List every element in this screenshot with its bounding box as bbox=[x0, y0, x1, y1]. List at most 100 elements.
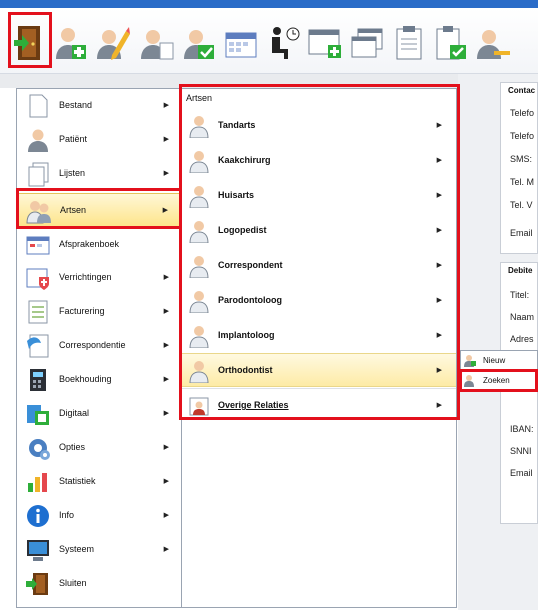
submenu-item-label: Parodontoloog bbox=[218, 295, 282, 305]
menu-item-verrichtingen[interactable]: Verrichtingen ▶ bbox=[17, 261, 181, 295]
menu-item-label: Sluiten bbox=[59, 578, 87, 588]
menu-item-opties[interactable]: Opties ▶ bbox=[17, 431, 181, 465]
digital-icon bbox=[27, 405, 49, 425]
menu-item-label: Boekhouding bbox=[59, 374, 112, 384]
calendar-button[interactable] bbox=[222, 22, 260, 64]
submenu-arrow-icon: ▶ bbox=[436, 297, 442, 304]
add-patient-button[interactable] bbox=[52, 22, 90, 64]
menu-item-facturering[interactable]: Facturering ▶ bbox=[17, 295, 181, 329]
implantologist-icon bbox=[189, 326, 209, 348]
menu-item-correspondentie[interactable]: Correspondentie ▶ bbox=[17, 329, 181, 363]
submenu-item-tandarts[interactable]: Tandarts ▶ bbox=[182, 109, 456, 143]
submenu-arrow-icon: ▶ bbox=[436, 122, 442, 129]
submenu-arrow-icon: ▶ bbox=[436, 157, 442, 164]
submenu-item-zoeken[interactable]: Zoeken bbox=[461, 371, 538, 390]
patient-export-button[interactable] bbox=[180, 22, 218, 64]
submenu-item-label: Orthodontist bbox=[218, 365, 273, 375]
menu-item-statistiek[interactable]: Statistiek ▶ bbox=[17, 465, 181, 499]
submenu-item-label: Zoeken bbox=[483, 376, 510, 385]
menu-item-bestand[interactable]: Bestand ▶ bbox=[17, 89, 181, 123]
form-label: Tel. M bbox=[510, 177, 535, 187]
submenu-arrow-icon: ▶ bbox=[436, 367, 442, 374]
menu-item-label: Opties bbox=[59, 442, 86, 452]
patient-key-icon bbox=[477, 30, 510, 59]
patient-list-icon bbox=[141, 30, 174, 60]
patient-key-button[interactable] bbox=[474, 22, 512, 64]
menu-item-afsprakenboek[interactable]: Afsprakenboek bbox=[17, 227, 181, 261]
menu-item-label: Patiënt bbox=[59, 134, 88, 144]
patient-list-button[interactable] bbox=[138, 22, 176, 64]
menu-item-artsen[interactable]: Artsen ▶ bbox=[17, 193, 181, 227]
windows-button[interactable] bbox=[348, 22, 386, 64]
submenu-item-label: Nieuw bbox=[483, 356, 506, 365]
submenu-arrow-icon: ▶ bbox=[163, 478, 169, 485]
document-icon bbox=[29, 94, 48, 118]
menu-item-label: Artsen bbox=[60, 205, 87, 215]
exit-door-button[interactable] bbox=[10, 22, 48, 64]
form-label: Telefo bbox=[510, 108, 535, 118]
submenu-arrow-icon: ▶ bbox=[163, 512, 169, 519]
submenu-arrow-icon: ▶ bbox=[163, 274, 169, 281]
menu-item-patient[interactable]: Patiënt ▶ bbox=[17, 123, 181, 157]
submenu-item-kaakchirurg[interactable]: Kaakchirurg ▶ bbox=[182, 144, 456, 178]
menu-item-label: Digitaal bbox=[59, 408, 90, 418]
gp-icon bbox=[189, 186, 209, 208]
system-icon bbox=[27, 540, 49, 561]
menu-item-label: Systeem bbox=[59, 544, 95, 554]
menu-item-digitaal[interactable]: Digitaal ▶ bbox=[17, 397, 181, 431]
form-label: Tel. V bbox=[510, 200, 533, 210]
edit-patient-button[interactable] bbox=[94, 22, 132, 64]
treatments-icon bbox=[26, 268, 49, 290]
submenu-arrow-icon: ▶ bbox=[436, 192, 442, 199]
menu-item-systeem[interactable]: Systeem ▶ bbox=[17, 533, 181, 567]
form-label: Titel: bbox=[510, 290, 530, 300]
menu-item-info[interactable]: Info ▶ bbox=[17, 499, 181, 533]
speech-therapist-icon bbox=[189, 221, 209, 243]
submenu-item-orthodontist[interactable]: Orthodontist ▶ bbox=[182, 353, 456, 387]
submenu-arrow-icon: ▶ bbox=[436, 262, 442, 269]
correspondence-icon bbox=[27, 334, 49, 358]
submenu-item-correspondent[interactable]: Correspondent ▶ bbox=[182, 249, 456, 283]
search-doctor-icon bbox=[464, 375, 474, 387]
info-icon bbox=[27, 505, 49, 527]
submenu-item-nieuw[interactable]: Nieuw bbox=[461, 351, 538, 370]
debtor-section bbox=[500, 262, 538, 524]
menu-item-label: Lijsten bbox=[59, 168, 86, 178]
periodontist-icon bbox=[189, 291, 209, 313]
menu-item-boekhouding[interactable]: Boekhouding ▶ bbox=[17, 363, 181, 397]
statistics-icon bbox=[28, 473, 47, 492]
form-label: SMS: bbox=[510, 154, 533, 164]
submenu-item-huisarts[interactable]: Huisarts ▶ bbox=[182, 179, 456, 213]
waiting-room-button[interactable] bbox=[264, 22, 302, 64]
patient-export-icon bbox=[184, 30, 214, 59]
windows-icon bbox=[351, 28, 383, 58]
submenu-item-logopedist[interactable]: Logopedist ▶ bbox=[182, 214, 456, 248]
menu-item-label: Statistiek bbox=[59, 476, 96, 486]
toolbar-band bbox=[0, 74, 496, 88]
submenu-item-parodontoloog[interactable]: Parodontoloog ▶ bbox=[182, 284, 456, 318]
submenu-item-label: Huisarts bbox=[218, 190, 255, 200]
submenu-arrow-icon: ▶ bbox=[163, 376, 169, 383]
submenu-header: Artsen bbox=[186, 93, 213, 103]
submenu-arrow-icon: ▶ bbox=[436, 402, 442, 409]
submenu-item-overige-relaties[interactable]: Overige Relaties ▶ bbox=[182, 388, 456, 422]
doctors-icon bbox=[26, 201, 51, 224]
menu-item-label: Info bbox=[59, 510, 75, 520]
surgeon-icon bbox=[189, 151, 209, 173]
artsen-submenu: Artsen Tandarts ▶ Kaakchirurg ▶ Huisarts… bbox=[181, 88, 457, 608]
invoicing-icon bbox=[28, 300, 48, 324]
main-menu: Bestand ▶ Patiënt ▶ Lijsten ▶ Artsen ▶ A… bbox=[16, 88, 182, 608]
submenu-item-label: Overige Relaties bbox=[218, 400, 289, 410]
menu-item-label: Verrichtingen bbox=[59, 272, 112, 282]
dentist-icon bbox=[189, 116, 209, 138]
form-label: SNNI bbox=[510, 446, 532, 456]
clipboard-button[interactable] bbox=[390, 22, 428, 64]
other-relations-icon bbox=[189, 397, 209, 416]
menu-item-lijsten[interactable]: Lijsten ▶ bbox=[17, 157, 181, 191]
checklist-button[interactable] bbox=[432, 22, 470, 64]
form-label: IBAN: bbox=[510, 424, 534, 434]
form-label: Adres bbox=[510, 334, 534, 344]
new-window-button[interactable] bbox=[306, 22, 344, 64]
menu-item-sluiten[interactable]: Sluiten bbox=[17, 567, 181, 601]
submenu-item-implantoloog[interactable]: Implantoloog ▶ bbox=[182, 319, 456, 353]
